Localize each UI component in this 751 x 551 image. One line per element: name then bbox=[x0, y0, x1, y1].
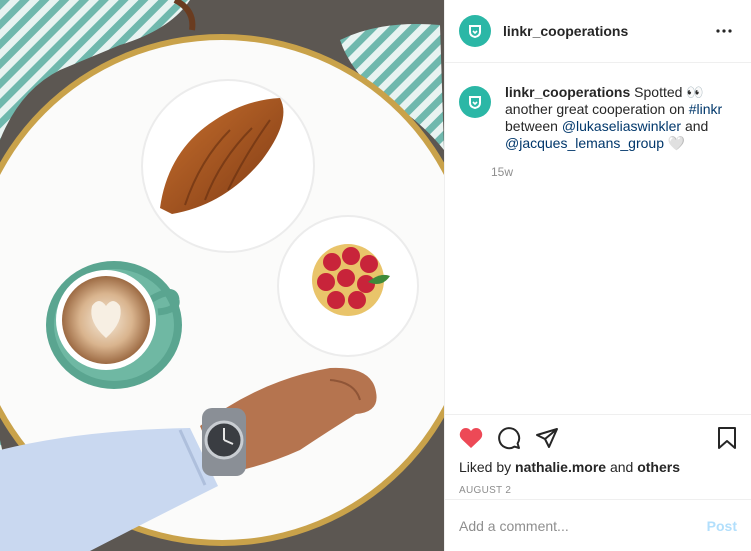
caption-text: linkr_cooperations Spotted 👀 another gre… bbox=[505, 84, 741, 152]
post-photo-illustration bbox=[0, 0, 444, 551]
avatar[interactable] bbox=[459, 15, 491, 47]
post-comment-button[interactable]: Post bbox=[707, 518, 737, 534]
heart-filled-icon bbox=[459, 428, 483, 448]
liked-by-user-link[interactable]: nathalie.more bbox=[515, 459, 606, 475]
more-horizontal-icon bbox=[716, 29, 732, 33]
bookmark-icon bbox=[718, 427, 736, 449]
caption-avatar[interactable] bbox=[459, 86, 491, 118]
likes-middle: and bbox=[606, 459, 638, 475]
linkr-logo-icon bbox=[469, 96, 481, 110]
actions-area: Liked by nathalie.more and others AUGUST… bbox=[445, 414, 751, 496]
caption-block: linkr_cooperations Spotted 👀 another gre… bbox=[459, 84, 741, 179]
caption-text-part: and bbox=[681, 118, 709, 134]
comment-icon bbox=[498, 427, 521, 450]
share-button[interactable] bbox=[535, 426, 559, 450]
save-button[interactable] bbox=[715, 426, 739, 450]
more-options-button[interactable] bbox=[711, 18, 737, 44]
post-photo[interactable] bbox=[0, 0, 444, 551]
post-time[interactable]: 15w bbox=[491, 165, 741, 179]
header-username[interactable]: linkr_cooperations bbox=[503, 23, 711, 39]
paper-plane-icon bbox=[536, 428, 558, 448]
white-heart-emoji: 🤍 bbox=[667, 135, 686, 151]
mention-link[interactable]: @jacques_lemans_group bbox=[505, 135, 664, 151]
comment-input[interactable] bbox=[459, 517, 699, 534]
caption-text-part: Spotted bbox=[630, 84, 687, 100]
likes-prefix: Liked by bbox=[459, 459, 516, 475]
action-bar bbox=[445, 415, 751, 461]
caption-username[interactable]: linkr_cooperations bbox=[505, 84, 630, 100]
likes-summary: Liked by nathalie.more and others bbox=[445, 459, 751, 475]
likes-others-link[interactable]: others bbox=[637, 459, 680, 475]
comment-button[interactable] bbox=[497, 426, 521, 450]
post-details-panel: linkr_cooperations linkr_cooperations Sp… bbox=[444, 0, 751, 551]
caption-text-part: another great cooperation on bbox=[505, 101, 689, 117]
hashtag-link[interactable]: #linkr bbox=[689, 101, 722, 117]
caption-text-part: between bbox=[505, 118, 562, 134]
comment-bar: Post bbox=[445, 499, 751, 551]
post-date[interactable]: AUGUST 2 bbox=[445, 485, 751, 496]
linkr-logo-icon bbox=[469, 25, 481, 39]
post-header: linkr_cooperations bbox=[445, 0, 751, 63]
like-button[interactable] bbox=[459, 426, 483, 450]
eyes-emoji: 👀 bbox=[686, 84, 704, 100]
mention-link[interactable]: @lukaseliaswinkler bbox=[562, 118, 681, 134]
